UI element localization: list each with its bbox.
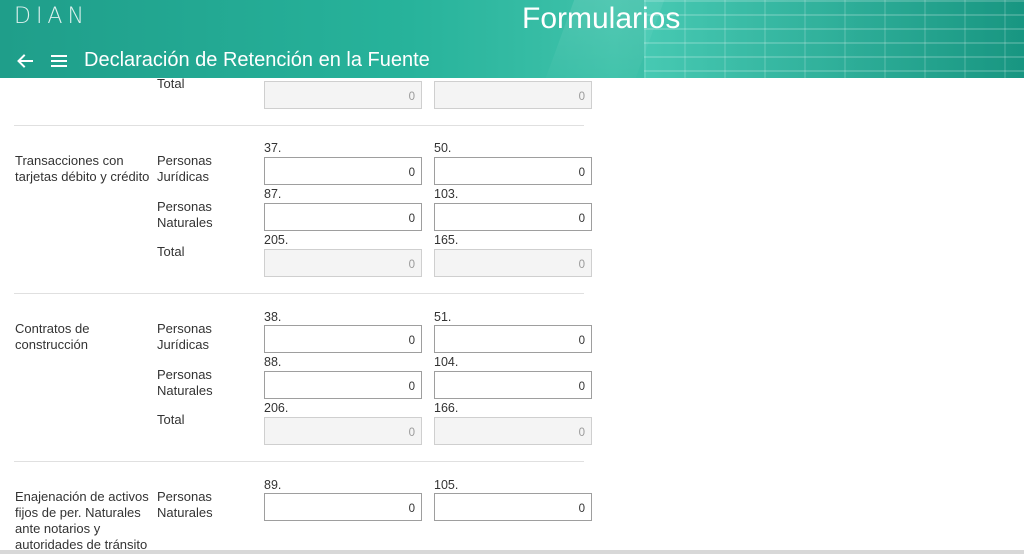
- app-header: DIAN Formularios Declaración de Retenció…: [0, 0, 1024, 78]
- total-field-right: 0: [434, 81, 592, 109]
- field-number: 87.: [264, 187, 282, 201]
- field-number: 50.: [434, 141, 452, 155]
- row-label-juridicas: Personas Jurídicas: [157, 153, 212, 184]
- section-label-tarjetas: Transacciones con tarjetas débito y créd…: [15, 153, 150, 184]
- arrow-left-icon[interactable]: [16, 52, 34, 70]
- input-field-89[interactable]: 0: [264, 493, 422, 521]
- form-subtitle: Declaración de Retención en la Fuente: [84, 49, 430, 71]
- row-label-total: Total: [157, 244, 185, 259]
- field-number: 88.: [264, 355, 282, 369]
- section-divider: [14, 125, 584, 126]
- page-title: Formularios: [522, 2, 681, 35]
- total-field-206: 0: [264, 417, 422, 445]
- row-label-juridicas: Personas Jurídicas: [157, 321, 212, 352]
- hamburger-menu-icon[interactable]: [51, 55, 67, 67]
- field-number: 166.: [434, 401, 459, 415]
- input-field-103[interactable]: 0: [434, 203, 592, 231]
- section-divider: [14, 461, 584, 462]
- field-number: 37.: [264, 141, 282, 155]
- form-content: Total 0 0 Transacciones con tarjetas déb…: [0, 0, 1024, 554]
- field-number: 89.: [264, 478, 282, 492]
- field-number: 206.: [264, 401, 289, 415]
- field-number: 104.: [434, 355, 459, 369]
- input-field-51[interactable]: 0: [434, 325, 592, 353]
- input-field-87[interactable]: 0: [264, 203, 422, 231]
- dian-logo: DIAN: [14, 4, 89, 29]
- row-label-naturales: Personas Naturales: [157, 367, 213, 398]
- input-field-105[interactable]: 0: [434, 493, 592, 521]
- total-field-left: 0: [264, 81, 422, 109]
- field-number: 38.: [264, 310, 282, 324]
- input-field-88[interactable]: 0: [264, 371, 422, 399]
- section-label-enajenacion: Enajenación de activos fijos de per. Nat…: [15, 489, 149, 552]
- input-field-38[interactable]: 0: [264, 325, 422, 353]
- input-field-50[interactable]: 0: [434, 157, 592, 185]
- bottom-scroll-edge: [0, 550, 1024, 554]
- total-field-165: 0: [434, 249, 592, 277]
- section-label-construccion: Contratos de construcción: [15, 321, 90, 352]
- field-number: 51.: [434, 310, 452, 324]
- row-label-naturales: Personas Naturales: [157, 489, 213, 520]
- header-building-image: [644, 0, 1024, 78]
- field-number: 165.: [434, 233, 459, 247]
- row-label-total: Total: [157, 76, 185, 91]
- row-label-naturales: Personas Naturales: [157, 199, 213, 230]
- field-number: 105.: [434, 478, 459, 492]
- input-field-37[interactable]: 0: [264, 157, 422, 185]
- section-divider: [14, 293, 584, 294]
- field-number: 205.: [264, 233, 289, 247]
- input-field-104[interactable]: 0: [434, 371, 592, 399]
- field-number: 103.: [434, 187, 459, 201]
- total-field-205: 0: [264, 249, 422, 277]
- total-field-166: 0: [434, 417, 592, 445]
- row-label-total: Total: [157, 412, 185, 427]
